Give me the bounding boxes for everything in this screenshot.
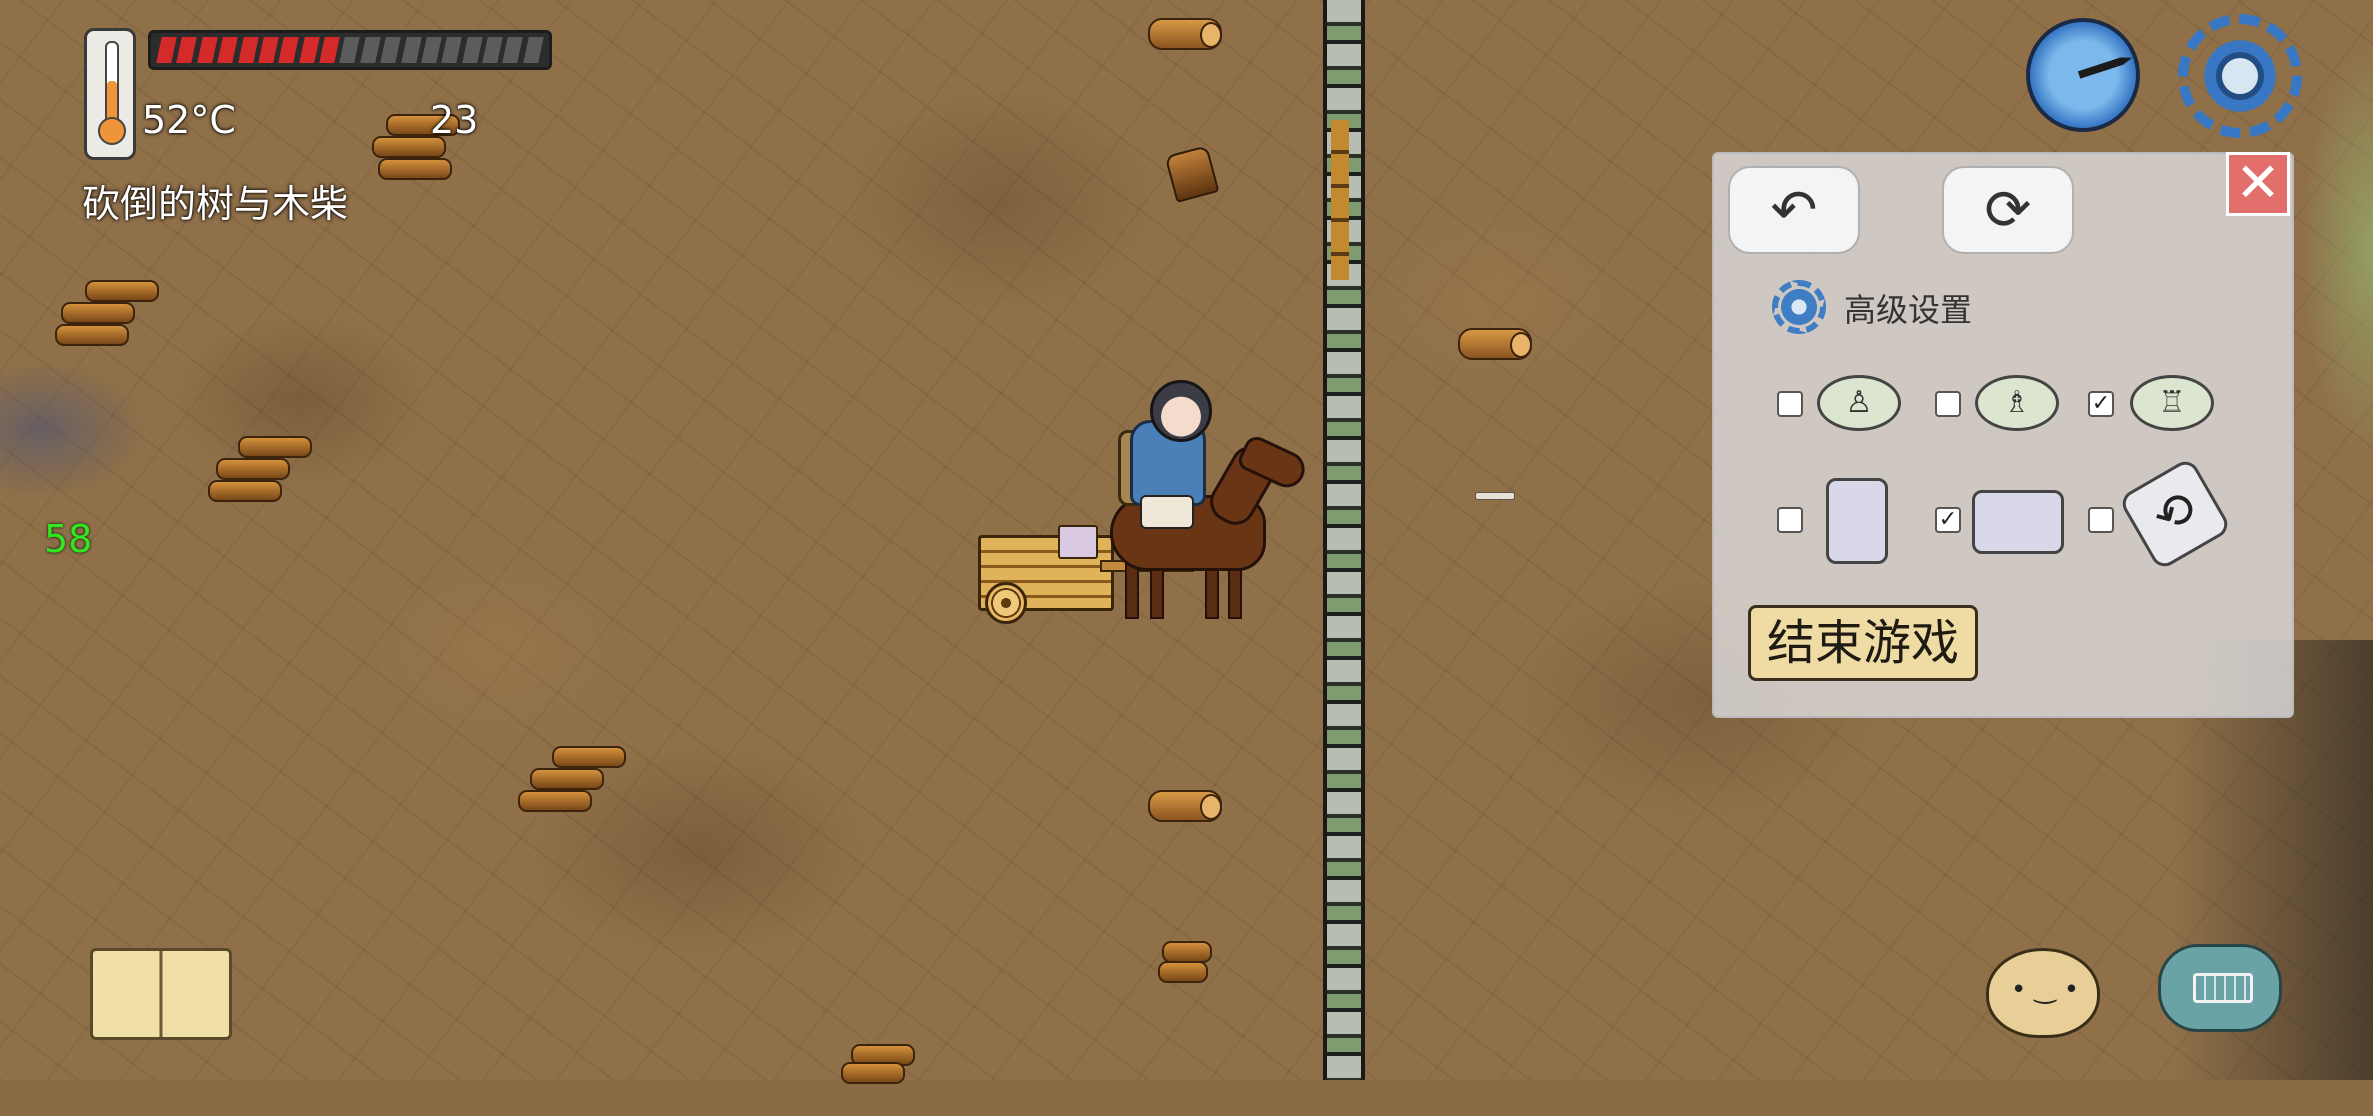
view-medium-checkbox[interactable] (1935, 391, 1961, 417)
food-meter-segment (421, 37, 443, 63)
player-skirt (1140, 495, 1194, 529)
tablet-landscape-icon[interactable] (1972, 490, 2064, 554)
keyboard-chat-icon[interactable] (2158, 944, 2282, 1032)
tree-stump[interactable] (1164, 145, 1220, 203)
eye-view-medium-icon[interactable]: ♗ (1975, 375, 2059, 431)
advanced-settings-label[interactable]: 高级设置 (1844, 285, 1972, 331)
refresh-button[interactable]: ⟳ (1942, 166, 2074, 254)
food-meter-segment (441, 37, 463, 63)
eye-view-large-icon[interactable]: ♖ (2130, 375, 2214, 431)
food-meter-segment (502, 37, 524, 63)
auto-rotate-checkbox[interactable] (2088, 507, 2114, 533)
swamp-patch (0, 340, 230, 540)
view-small-checkbox[interactable] (1777, 391, 1803, 417)
compass-icon[interactable] (2026, 18, 2140, 132)
settings-gear-icon[interactable] (2178, 14, 2302, 138)
thermometer-icon (84, 28, 136, 160)
compass-needle (2078, 54, 2134, 79)
food-meter (148, 30, 552, 70)
food-meter-segment (339, 37, 361, 63)
phone-mode-checkbox[interactable] (1777, 507, 1803, 533)
undo-button[interactable]: ↶ (1728, 166, 1860, 254)
undo-arrow-icon: ↶ (1770, 177, 1818, 243)
firewood-pile[interactable] (55, 268, 159, 348)
food-meter-segment (461, 37, 483, 63)
food-meter-segment (196, 37, 218, 63)
food-meter-segment (217, 37, 239, 63)
view-large-checkbox[interactable]: ✓ (2088, 391, 2114, 417)
food-meter-segment (237, 37, 259, 63)
eye-view-small-icon[interactable]: ♙ (1817, 375, 1901, 431)
hover-object-label: 砍倒的树与木柴 (82, 182, 349, 226)
firewood-pile[interactable] (518, 732, 626, 812)
food-meter-segment (482, 37, 504, 63)
age-readout: 23 (430, 98, 479, 142)
wooden-wall-segment[interactable] (1331, 120, 1349, 280)
food-meter-segment (522, 37, 544, 63)
log[interactable] (1148, 18, 1222, 50)
tablet-mode-checkbox[interactable]: ✓ (1935, 507, 1961, 533)
phone-portrait-icon[interactable] (1826, 478, 1888, 564)
bone[interactable] (1475, 492, 1515, 500)
end-game-button[interactable]: 结束游戏 (1748, 605, 1978, 681)
firewood-pile[interactable] (208, 422, 312, 502)
food-meter-segment (176, 37, 198, 63)
food-meter-segment (298, 37, 320, 63)
cart-item (1058, 525, 1098, 559)
fps-counter: 58 (44, 517, 93, 561)
refresh-arrows-icon: ⟳ (1984, 177, 2032, 243)
food-meter-segment (319, 37, 341, 63)
firewood-pile[interactable] (1150, 935, 1250, 1015)
food-meter-segment (258, 37, 280, 63)
temperature-readout: 52°C (142, 98, 236, 142)
close-panel-button[interactable]: ✕ (2226, 152, 2290, 216)
food-meter-segment (380, 37, 402, 63)
log[interactable] (1148, 790, 1222, 822)
firewood-pile[interactable] (835, 1036, 935, 1116)
emote-face-icon[interactable] (1986, 948, 2100, 1038)
food-meter-segment (278, 37, 300, 63)
player-head (1150, 380, 1212, 442)
advanced-settings-gear-icon[interactable] (1772, 280, 1826, 334)
food-meter-segment (359, 37, 381, 63)
recipe-book-icon[interactable] (90, 948, 232, 1040)
log[interactable] (1458, 328, 1532, 360)
food-meter-segment (156, 37, 178, 63)
food-meter-segment (400, 37, 422, 63)
cart-wheel (985, 582, 1027, 624)
